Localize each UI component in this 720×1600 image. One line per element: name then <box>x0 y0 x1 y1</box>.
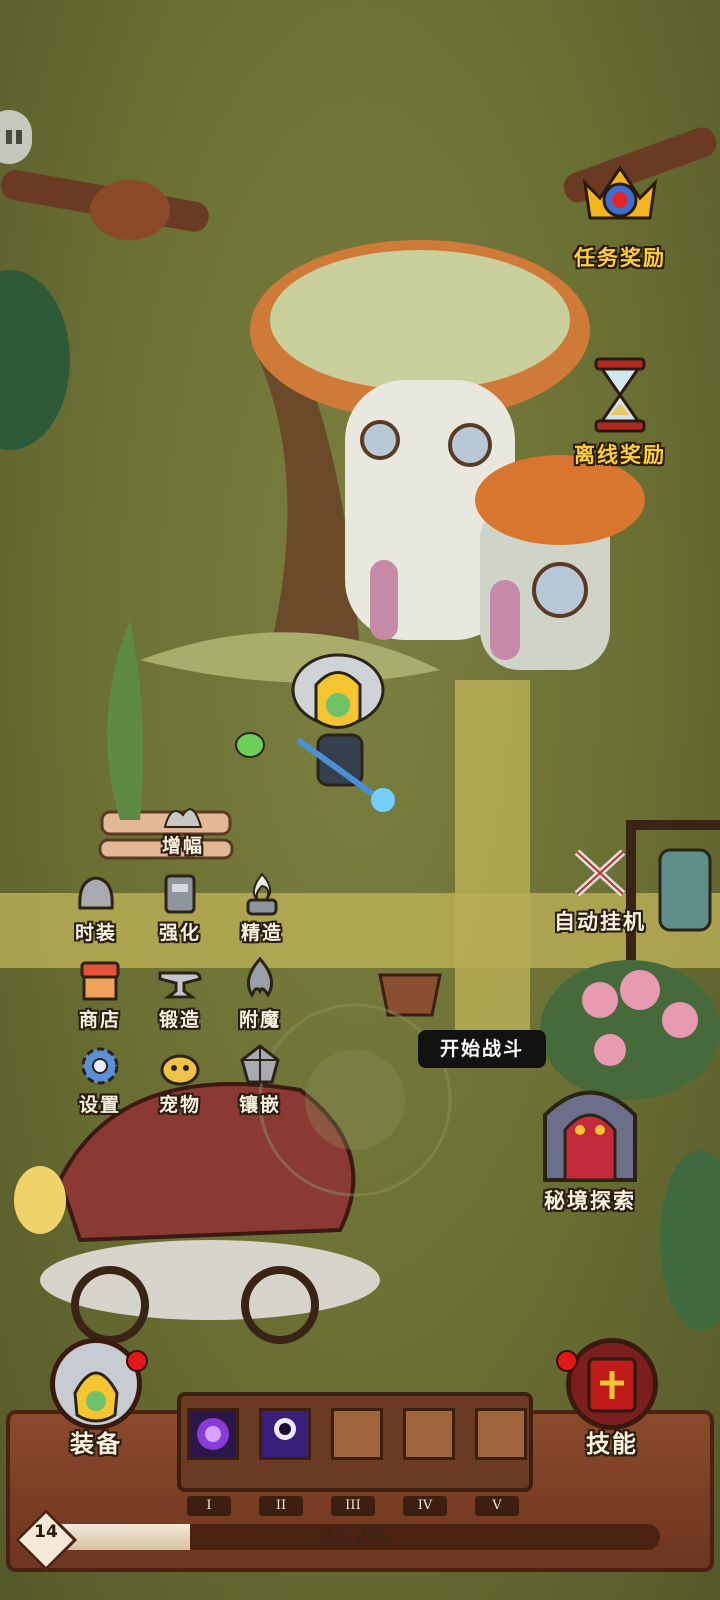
fashion-label: 时装 <box>74 922 117 944</box>
pet-icon <box>160 1054 200 1086</box>
pause-icon <box>6 130 12 144</box>
enchant-button[interactable]: 附魔 <box>220 955 300 1032</box>
secret-realm-label: 秘境探索 <box>544 1189 636 1213</box>
equipment-notification-dot <box>126 1350 148 1372</box>
skills-notification-dot <box>556 1350 578 1372</box>
amplify-label: 增幅 <box>161 835 204 857</box>
skill-slot-bar <box>177 1392 533 1492</box>
enchant-label: 附魔 <box>238 1009 281 1031</box>
quest-reward-label: 任务奖励 <box>574 246 666 270</box>
hero-portrait-icon <box>73 1371 119 1423</box>
inlay-button[interactable]: 镶嵌 <box>220 1040 300 1117</box>
equipment-label: 装备 <box>70 1430 122 1458</box>
skill-slot-3[interactable] <box>331 1408 383 1460</box>
shop-label: 商店 <box>78 1009 121 1031</box>
forge-flame-icon <box>246 872 278 916</box>
skill-slot-5[interactable] <box>475 1408 527 1460</box>
forge-label: 锻造 <box>158 1009 201 1031</box>
purple-orb-skill-icon <box>197 1418 229 1450</box>
offline-reward-label: 离线奖励 <box>574 443 666 467</box>
anvil-icon <box>158 971 202 999</box>
refine-button[interactable]: 精造 <box>222 868 302 945</box>
shop-button[interactable]: 商店 <box>60 955 140 1032</box>
experience-percent: 23.2% <box>319 1524 389 1549</box>
hero-character[interactable] <box>288 645 418 825</box>
slot-numeral-4: IV <box>403 1496 447 1516</box>
settings-label: 设置 <box>78 1094 121 1116</box>
skills-book-button[interactable] <box>566 1338 658 1430</box>
gear-icon <box>81 1047 119 1085</box>
skill-slot-4[interactable] <box>403 1408 455 1460</box>
auto-idle-button[interactable]: 自动挂机 <box>535 842 665 936</box>
book-icon <box>164 874 196 914</box>
skill-slot-1[interactable] <box>187 1408 239 1460</box>
refine-label: 精造 <box>240 922 283 944</box>
enhance-button[interactable]: 强化 <box>140 868 220 945</box>
settings-button[interactable]: 设置 <box>60 1040 140 1117</box>
equipment-avatar-button[interactable] <box>50 1338 142 1430</box>
inlay-label: 镶嵌 <box>238 1094 281 1116</box>
pause-icon-bar <box>16 130 22 144</box>
skills-label: 技能 <box>586 1430 638 1458</box>
offline-reward-button[interactable]: 离线奖励 <box>550 355 690 469</box>
auto-idle-label: 自动挂机 <box>554 910 646 934</box>
slot-numeral-5: V <box>475 1496 519 1516</box>
slot-numeral-1: I <box>187 1496 231 1516</box>
pet-companion <box>235 732 265 758</box>
crown-medal-icon <box>582 165 658 220</box>
gem-icon <box>240 1044 280 1084</box>
spellbook-icon <box>587 1357 637 1413</box>
crossed-swords-icon <box>574 849 626 897</box>
forge-button[interactable]: 锻造 <box>140 955 220 1032</box>
amplify-icon <box>163 808 203 828</box>
pet-button[interactable]: 宠物 <box>140 1040 220 1117</box>
shop-stall-icon <box>80 961 120 1001</box>
amplify-button[interactable]: 增幅 <box>143 793 223 858</box>
skill-slot-2[interactable] <box>259 1408 311 1460</box>
fashion-button[interactable]: 时装 <box>56 868 136 945</box>
quest-reward-button[interactable]: 任务奖励 <box>550 158 690 272</box>
helmet-icon <box>78 876 114 910</box>
dungeon-gate-icon <box>543 1090 637 1182</box>
secret-realm-button[interactable]: 秘境探索 <box>515 1075 665 1215</box>
enhance-label: 强化 <box>158 922 201 944</box>
slot-numeral-2: II <box>259 1496 303 1516</box>
dark-portal-skill-icon <box>262 1411 308 1457</box>
hourglass-icon <box>594 357 646 433</box>
start-battle-button[interactable]: 开始战斗 <box>418 1030 546 1068</box>
experience-bar: 23.2% <box>48 1524 660 1550</box>
pet-label: 宠物 <box>158 1094 201 1116</box>
level-number: 14 <box>34 1522 58 1542</box>
enchant-flame-icon <box>246 956 274 999</box>
slot-numeral-3: III <box>331 1496 375 1516</box>
